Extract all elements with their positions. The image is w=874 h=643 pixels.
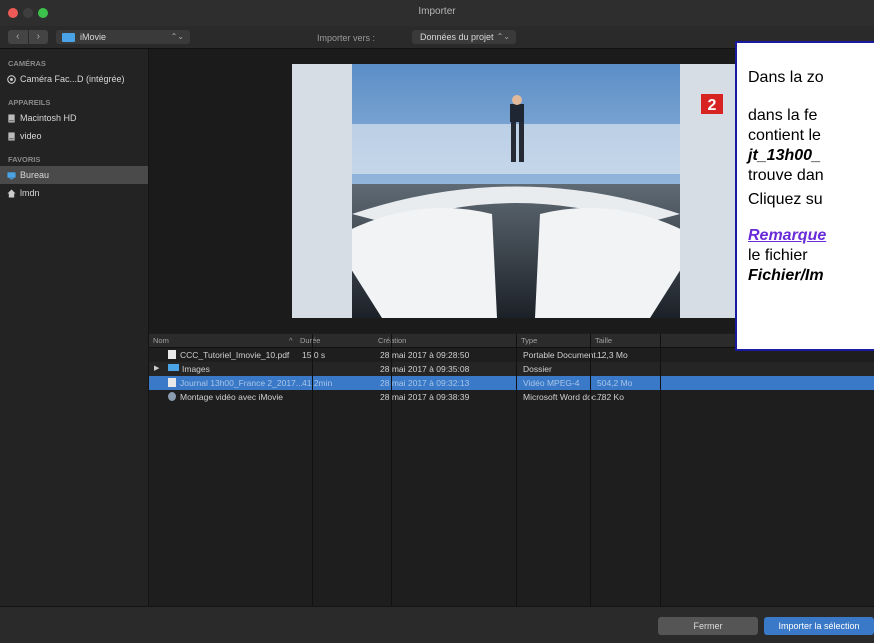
column-header-type[interactable]: Type xyxy=(521,336,537,345)
sidebar-item-bureau[interactable]: Bureau xyxy=(0,166,148,184)
file-name: Images xyxy=(182,364,210,374)
sidebar-section-devices: APPAREILS xyxy=(8,98,51,107)
file-icon xyxy=(168,350,176,359)
footer: Fermer Importer la sélection xyxy=(0,606,874,643)
sidebar-item-label: Macintosh HD xyxy=(20,113,77,123)
callout-line: Cliquez su xyxy=(748,191,823,208)
column-header-size[interactable]: Taille xyxy=(595,336,612,345)
window-title: Importer xyxy=(418,6,456,17)
sidebar-item-macintosh-hd[interactable]: Macintosh HD xyxy=(0,109,148,127)
column-divider xyxy=(590,334,591,606)
file-duration: 15,0 s xyxy=(302,350,326,360)
table-row[interactable]: Journal 13h00_France 2_2017... 41,2min 2… xyxy=(149,376,874,390)
file-duration: 41,2min xyxy=(302,378,333,388)
sidebar-section-favorites: FAVORIS xyxy=(8,155,41,164)
sidebar-item-label: video xyxy=(20,131,42,141)
location-label: iMovie xyxy=(80,32,107,42)
callout-remark: Remarque xyxy=(748,227,827,244)
callout-line: Dans la zo xyxy=(748,69,824,86)
sidebar-item-lmdn[interactable]: lmdn xyxy=(0,184,148,202)
sidebar: CAMÉRAS Caméra Fac...D (intégrée) APPARE… xyxy=(0,49,149,606)
callout-line: dans la fe xyxy=(748,107,818,124)
import-to-label: Importer vers : xyxy=(317,33,376,43)
document-icon xyxy=(168,392,176,401)
table-row[interactable]: Montage vidéo avec iMovie 28 mai 2017 à … xyxy=(149,390,874,404)
file-created: 28 mai 2017 à 09:35:08 xyxy=(380,364,470,374)
chevron-right-icon[interactable]: › xyxy=(27,30,49,44)
file-type: Vidéo MPEG-4 xyxy=(523,378,580,388)
destination-label: Données du projet xyxy=(420,32,494,42)
file-type: Dossier xyxy=(523,364,552,374)
file-list: CCC_Tutoriel_Imovie_10.pdf 15,0 s 28 mai… xyxy=(149,348,874,606)
file-created: 28 mai 2017 à 09:38:39 xyxy=(380,392,470,402)
updown-icon: ⌃⌄ xyxy=(496,32,510,41)
nav-buttons: ‹ › xyxy=(8,30,48,44)
column-divider xyxy=(516,334,517,606)
folder-icon xyxy=(62,33,75,43)
column-divider xyxy=(391,334,392,606)
disk-icon xyxy=(8,114,15,123)
sidebar-item-camera[interactable]: Caméra Fac...D (intégrée) xyxy=(0,70,148,88)
file-created: 28 mai 2017 à 09:32:13 xyxy=(380,378,470,388)
sidebar-item-label: Caméra Fac...D (intégrée) xyxy=(20,74,125,84)
column-divider xyxy=(660,334,661,606)
column-divider xyxy=(312,334,313,606)
chevron-left-icon[interactable]: ‹ xyxy=(8,30,28,44)
home-icon xyxy=(7,189,16,198)
folder-icon xyxy=(168,364,179,371)
callout-line: le fichier xyxy=(748,247,808,264)
channel-logo: 2 xyxy=(708,97,717,114)
camera-icon xyxy=(7,75,16,84)
instruction-callout: Dans la zo dans la fe contient le jt_13h… xyxy=(735,41,874,351)
sidebar-item-video[interactable]: video xyxy=(0,127,148,145)
column-header-name[interactable]: Nom xyxy=(153,336,169,345)
callout-line: trouve dan xyxy=(748,167,824,184)
video-preview[interactable]: 2 xyxy=(292,64,740,318)
sidebar-section-cameras: CAMÉRAS xyxy=(8,59,46,68)
callout-line: jt_13h00_ xyxy=(748,147,821,164)
disclosure-triangle-icon[interactable]: ▶ xyxy=(154,364,159,372)
sort-indicator-icon: ^ xyxy=(289,336,293,345)
file-created: 28 mai 2017 à 09:28:50 xyxy=(380,350,470,360)
disk-icon xyxy=(8,132,15,141)
file-name: Journal 13h00_France 2_2017... xyxy=(180,378,303,388)
sidebar-item-label: Bureau xyxy=(20,170,50,180)
file-size: 12,3 Mo xyxy=(597,350,628,360)
callout-line: Fichier/Im xyxy=(748,267,824,284)
import-window: Importer ‹ › iMovie ⌃⌄ Importer vers : D… xyxy=(0,0,874,643)
table-row[interactable]: ▶ Images 28 mai 2017 à 09:35:08 Dossier xyxy=(149,362,874,376)
file-size: 782 Ko xyxy=(597,392,624,402)
title-bar: Importer xyxy=(0,0,874,27)
import-selection-button[interactable]: Importer la sélection xyxy=(764,617,874,635)
desktop-icon xyxy=(7,172,16,180)
video-file-icon xyxy=(168,378,176,387)
column-header-created[interactable]: Création xyxy=(378,336,406,345)
callout-line: contient le xyxy=(748,127,821,144)
file-type: Microsoft Word doc... xyxy=(523,392,604,402)
file-size: 504,2 Mo xyxy=(597,378,633,388)
column-header-duration[interactable]: Durée xyxy=(300,336,320,345)
sidebar-item-label: lmdn xyxy=(20,188,40,198)
file-name: CCC_Tutoriel_Imovie_10.pdf xyxy=(180,350,290,360)
destination-popup[interactable]: Données du projet ⌃⌄ xyxy=(412,30,516,44)
location-popup[interactable]: iMovie ⌃⌄ xyxy=(56,30,190,44)
updown-icon: ⌃⌄ xyxy=(170,32,184,41)
close-button[interactable]: Fermer xyxy=(658,617,758,635)
file-name: Montage vidéo avec iMovie xyxy=(180,392,284,402)
